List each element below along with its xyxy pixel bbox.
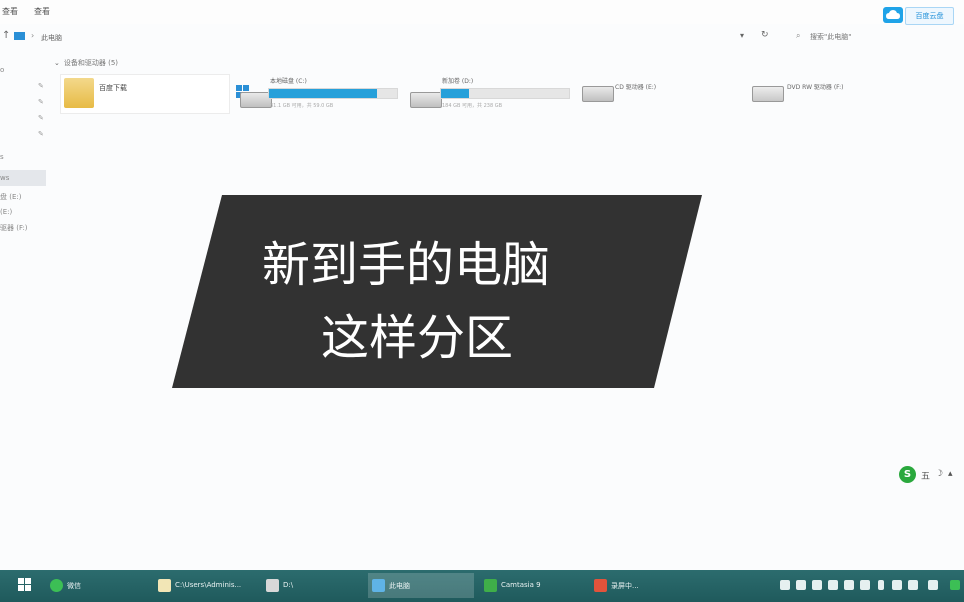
tray-app-icon[interactable]: [928, 580, 938, 590]
drive-e-name[interactable]: CD 驱动器 (E:): [615, 82, 656, 91]
input-mode-label: 五: [921, 472, 931, 482]
cloud-disk-button[interactable]: 百度云盘: [905, 7, 954, 25]
taskbar-item-recorder[interactable]: 录屏中...: [590, 573, 670, 598]
drive-icon: [266, 579, 279, 592]
taskbar-item-drive-d[interactable]: D:\: [262, 573, 362, 598]
nav-item-drive-f[interactable]: 驱器 (F:): [0, 223, 28, 233]
drive-d-usage-fill: [441, 89, 470, 98]
moon-icon: ☽: [935, 469, 944, 479]
computer-icon: [372, 579, 385, 592]
camtasia-icon: [484, 579, 497, 592]
taskbar-item-wechat[interactable]: 微信: [46, 573, 146, 598]
tray-wechat-icon[interactable]: [780, 580, 790, 590]
taskbar-item-this-pc[interactable]: 此电脑: [368, 573, 474, 598]
nav-item-documents[interactable]: s: [0, 153, 4, 161]
pin-icon: ✎: [38, 130, 44, 138]
shirt-icon: ▴: [948, 469, 953, 479]
pin-icon: ✎: [38, 98, 44, 106]
drive-d-space: 184 GB 可用，共 238 GB: [442, 103, 503, 109]
sogou-icon: S: [899, 466, 916, 483]
refresh-icon[interactable]: ↻: [761, 30, 769, 40]
network-icon[interactable]: [892, 580, 902, 590]
nav-item-windows[interactable]: ws: [0, 174, 9, 182]
tray-app-icon[interactable]: [812, 580, 822, 590]
menu-view-tab[interactable]: 查看: [2, 6, 18, 17]
folder-name: 百度下载: [99, 84, 127, 92]
up-arrow-icon[interactable]: ↑: [2, 30, 10, 41]
search-icon: ⌕: [796, 31, 801, 40]
nav-item-drive-e[interactable]: 盘 (E:): [0, 192, 21, 202]
taskbar-item-notepad[interactable]: C:\Users\Adminis...: [154, 573, 258, 598]
cloud-sync-icon[interactable]: [883, 7, 903, 23]
caption-line-1: 新到手的电脑: [262, 237, 551, 293]
nav-item-pin-marker: o: [0, 66, 5, 74]
tray-sogou-icon[interactable]: [950, 580, 960, 590]
tray-app-icon[interactable]: [860, 580, 870, 590]
volume-icon[interactable]: [908, 580, 918, 590]
microphone-icon[interactable]: [878, 580, 884, 590]
drive-f-name[interactable]: DVD RW 驱动器 (F:): [787, 82, 844, 91]
computer-icon: [14, 32, 25, 40]
breadcrumb-chevron-icon[interactable]: ›: [31, 31, 34, 40]
wechat-icon: [50, 579, 63, 592]
notepad-icon: [158, 579, 171, 592]
address-dropdown-icon[interactable]: ▾: [740, 31, 744, 40]
taskbar-item-camtasia[interactable]: Camtasia 9: [480, 573, 584, 598]
explorer-ribbon-bar: 查看 查看 百度云盘: [0, 0, 964, 25]
caption-line-2: 这样分区: [321, 310, 514, 366]
devices-section-header[interactable]: ⌄ 设备和驱动器 (5): [54, 58, 118, 68]
pin-icon: ✎: [38, 114, 44, 122]
drive-d-name[interactable]: 新加卷 (D:): [442, 76, 473, 85]
chevron-down-icon: ⌄: [54, 59, 60, 67]
drive-c-usage-bar: [268, 88, 398, 99]
drive-c-space: 31.1 GB 可用，共 59.0 GB: [270, 103, 334, 109]
hard-drive-icon[interactable]: [410, 92, 442, 108]
breadcrumb[interactable]: 此电脑: [41, 33, 62, 43]
pin-icon: ✎: [38, 82, 44, 90]
nav-item-drive-e-2[interactable]: (E:): [0, 208, 12, 216]
recorder-icon: [594, 579, 607, 592]
cd-drive-icon[interactable]: [582, 86, 614, 102]
drive-c-usage-fill: [269, 89, 377, 98]
tray-app-icon[interactable]: [796, 580, 806, 590]
drive-c-name[interactable]: 本地磁盘 (C:): [270, 76, 307, 85]
tray-app-icon[interactable]: [828, 580, 838, 590]
folder-icon: [64, 78, 94, 108]
search-input[interactable]: [810, 31, 950, 43]
tray-app-icon[interactable]: [844, 580, 854, 590]
menu-view-tab-2[interactable]: 查看: [34, 6, 50, 17]
folder-tile-baidu[interactable]: 百度下载: [60, 74, 230, 114]
drive-d-usage-bar: [440, 88, 570, 99]
dvd-drive-icon[interactable]: [752, 86, 784, 102]
start-windows-icon[interactable]: [18, 578, 31, 591]
